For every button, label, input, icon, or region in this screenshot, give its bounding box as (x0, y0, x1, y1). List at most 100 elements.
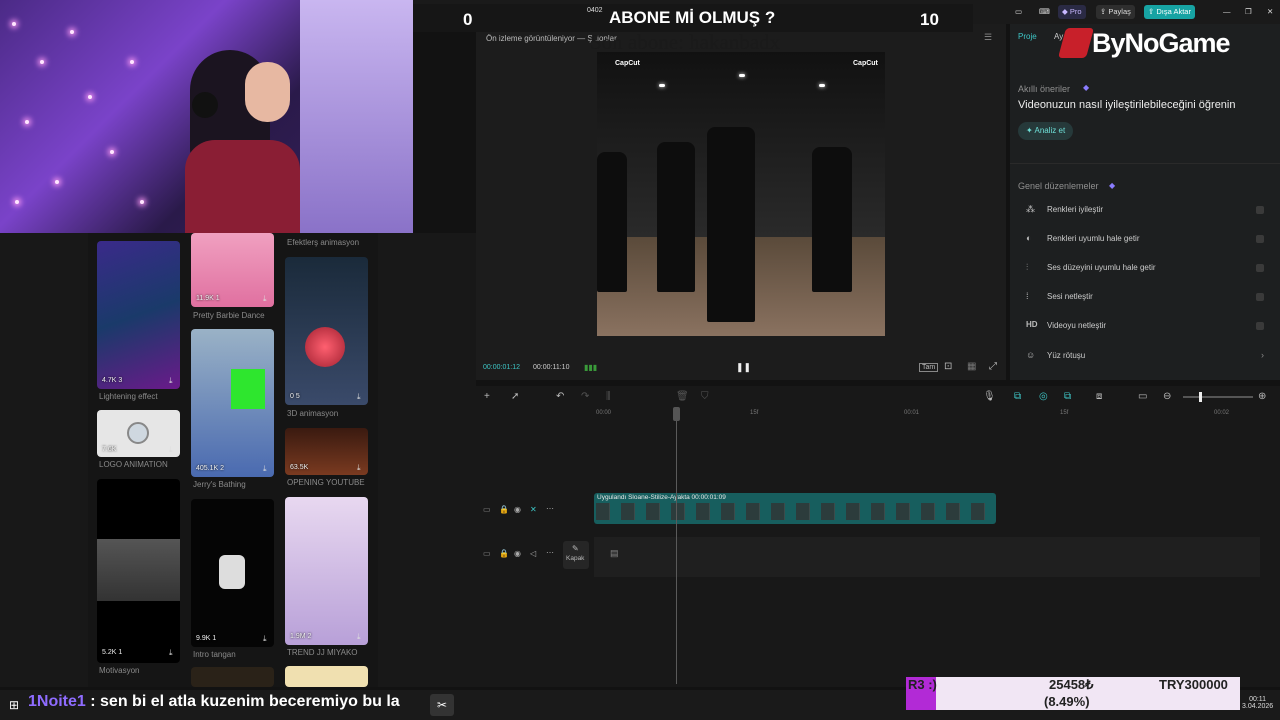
speaker-icon[interactable]: ◁ (530, 549, 536, 558)
download-icon[interactable]: ⤓ (263, 294, 267, 304)
maximize-icon[interactable]: ❐ (1241, 5, 1256, 19)
download-icon[interactable]: ⤓ (169, 445, 173, 455)
edit-item-normalize-loudness[interactable]: ⫶ Ses düzeyini uyumlu hale getir (1018, 256, 1270, 280)
edit-item-label: Yüz rötuşu (1047, 351, 1086, 360)
playhead-handle[interactable] (673, 407, 680, 421)
film-icon: ▤ (610, 548, 619, 558)
asset-card[interactable] (191, 667, 274, 687)
redo-icon[interactable]: ↷ (581, 391, 589, 402)
fullscreen-icon[interactable]: ⤢ (989, 361, 997, 372)
edit-item-enhance-colors[interactable]: ⁂ Renkleri iyileştir (1018, 198, 1270, 222)
asset-card[interactable]: 63.5K ⤓ (285, 428, 368, 475)
edit-item-enhance-voice[interactable]: ⁞ Sesi netleştir (1018, 285, 1270, 309)
download-icon[interactable]: ⤓ (263, 464, 267, 474)
split-icon[interactable]: ⫼ (606, 391, 611, 402)
clip-frame (896, 503, 910, 520)
download-icon[interactable]: ⤓ (169, 648, 173, 658)
edit-item-enhance-video[interactable]: HD Videoyu netleştir (1018, 314, 1270, 338)
smart-title: Videonuzun nasıl iyileştirilebileceğini … (1018, 99, 1236, 111)
pause-button[interactable]: ❚❚ (736, 362, 751, 373)
windows-start-icon[interactable]: ⊞ (9, 698, 19, 712)
fairy-light (140, 200, 144, 204)
zoom-in-icon[interactable]: ⊕ (1258, 391, 1266, 402)
lock-icon[interactable]: 🔒 (499, 505, 509, 514)
select-tool-icon[interactable]: ➚ (511, 391, 519, 402)
share-button[interactable]: ⇪ Paylaş (1096, 5, 1135, 19)
pro-button[interactable]: ◆ Pro (1058, 5, 1086, 19)
zoom-out-icon[interactable]: ⊖ (1163, 391, 1171, 402)
asset-card[interactable]: 7.6K ⤓ (97, 410, 180, 457)
more-icon[interactable]: ⋯ (546, 548, 554, 557)
vw-logo-icon (127, 422, 149, 444)
clip-frame (696, 503, 710, 520)
asset-card[interactable]: 5.2K 1 ⤓ (97, 479, 180, 663)
watermark-right: CapCut (853, 60, 878, 67)
asset-card[interactable] (285, 666, 368, 687)
shield-icon[interactable]: ⛉ (701, 391, 709, 402)
cover-button[interactable]: ✎ Kapak (563, 541, 589, 569)
zoom-slider[interactable] (1183, 392, 1253, 402)
microphone-icon[interactable]: 🎙 (983, 391, 996, 402)
toggle[interactable] (1256, 264, 1264, 272)
lock-icon[interactable]: 🔒 (499, 549, 509, 558)
tab-project[interactable]: Proje (1018, 32, 1037, 41)
asset-card[interactable]: 1.9M 2 ⤓ (285, 497, 368, 645)
scale-icon[interactable]: ▦ (967, 361, 976, 372)
audio-mute-icon[interactable]: ✕ (530, 505, 537, 514)
analyze-button[interactable]: ✦ Analiz et (1018, 122, 1074, 140)
menu-icon[interactable]: ☰ (984, 32, 992, 43)
asset-card[interactable]: 9.9K 1 ⤓ (191, 499, 274, 647)
eye-icon[interactable]: ◉ (514, 549, 521, 558)
delete-icon[interactable]: 🗑 (676, 391, 689, 402)
eye-icon[interactable]: ◉ (514, 505, 521, 514)
close-icon[interactable]: ✕ (1263, 5, 1277, 19)
asset-card[interactable]: 405.1K 2 ⤓ (191, 329, 274, 477)
snapshot-icon[interactable]: ⊡ (944, 361, 952, 372)
edit-item-label: Renkleri uyumlu hale getir (1047, 234, 1140, 243)
video-preview[interactable]: CapCut CapCut (597, 52, 885, 336)
download-icon[interactable]: ⤓ (357, 392, 361, 402)
layout-icon[interactable]: ▭ (1011, 5, 1026, 19)
minimize-icon[interactable]: — (1219, 5, 1235, 19)
right-panel: Proje Ay Akıllı öneriler ◆ Videonuzun na… (1010, 24, 1280, 380)
capcut-taskbar-icon[interactable]: ✂ (430, 694, 454, 716)
undo-icon[interactable]: ↶ (556, 391, 564, 402)
ruler-tick: 00:00 (596, 410, 612, 416)
track-thumbnail-icon[interactable]: ▭ (483, 505, 491, 514)
download-icon[interactable]: ⤓ (357, 632, 361, 642)
toggle[interactable] (1256, 322, 1264, 330)
asset-card[interactable]: 11.9K 1 ⤓ (191, 233, 274, 307)
export-button[interactable]: ⇧ Dışa Aktar (1144, 5, 1195, 19)
asset-card[interactable]: 0 5 ⤓ (285, 257, 368, 405)
playhead[interactable] (676, 408, 677, 684)
link-icon[interactable]: ⧉ (1014, 391, 1021, 402)
captions-icon[interactable]: ▭ (1138, 391, 1147, 402)
clip-frame (871, 503, 885, 520)
video-clip[interactable]: Uygulandı Sloane-Stilize-Ayakta 00:00:01… (594, 493, 996, 524)
streamer-face (245, 62, 290, 122)
shortcuts-icon[interactable]: ⌨ (1035, 5, 1054, 19)
track-thumbnail-icon[interactable]: ▭ (483, 549, 491, 558)
asset-label: Motivasyon (99, 666, 140, 675)
add-icon[interactable]: + (484, 391, 490, 402)
edit-item-match-colors[interactable]: ◐ Renkleri uyumlu hale getir (1018, 227, 1270, 251)
more-icon[interactable]: ⋯ (546, 504, 554, 513)
toggle[interactable] (1256, 293, 1264, 301)
magnet-icon[interactable]: ◎ (1039, 391, 1048, 402)
asset-stats: 4.7K 3 (102, 377, 123, 384)
edit-item-retouch[interactable]: ☺ Yüz rötuşu › (1018, 344, 1270, 368)
download-icon[interactable]: ⤓ (263, 634, 267, 644)
waveform-icon: ▮▮▮ (584, 363, 598, 372)
empty-track[interactable]: ▤ (594, 537, 1260, 577)
snap-icon[interactable]: ⧉ (1064, 391, 1071, 402)
ratio-icon[interactable]: Tam (919, 363, 939, 372)
preview-axis-icon[interactable]: ⧈ (1096, 391, 1102, 402)
download-icon[interactable]: ⤓ (169, 376, 173, 386)
ticker-change: (8.49%) (1044, 694, 1090, 709)
toggle[interactable] (1256, 206, 1264, 214)
toggle[interactable] (1256, 235, 1264, 243)
asset-card[interactable]: 4.7K 3 ⤓ (97, 241, 180, 389)
zoom-slider-handle[interactable] (1199, 392, 1202, 402)
download-icon[interactable]: ⤓ (357, 463, 361, 473)
asset-stats: 5.2K 1 (102, 649, 123, 656)
